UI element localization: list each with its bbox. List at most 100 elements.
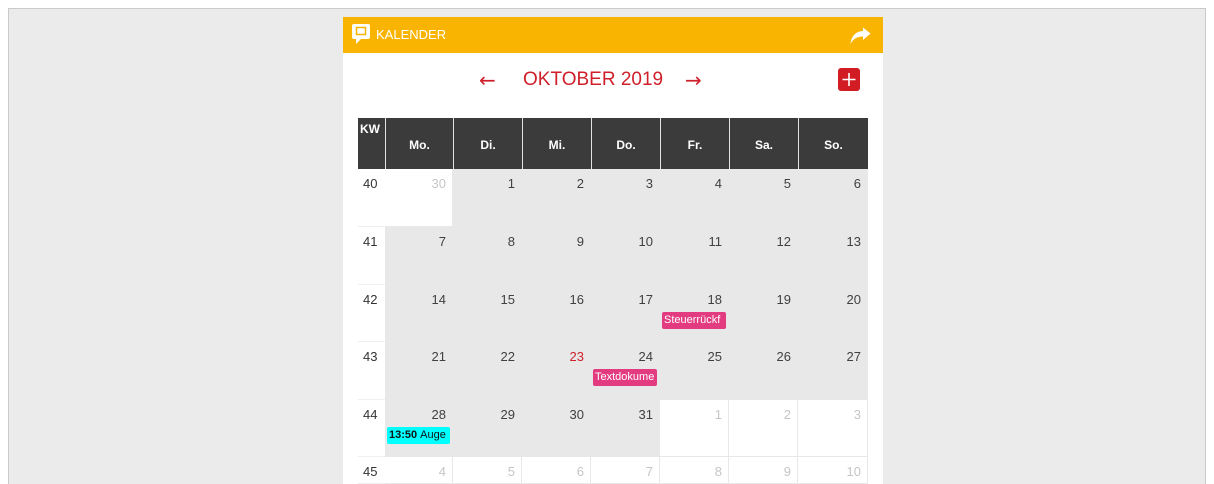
day-header-monday: Mo. — [385, 118, 453, 169]
day-number: 16 — [569, 292, 584, 307]
day-number: 7 — [645, 464, 653, 479]
day-cell[interactable]: 21 — [385, 342, 453, 400]
day-cell[interactable]: 25 — [660, 342, 729, 400]
day-number: 19 — [776, 292, 791, 307]
today-cell[interactable]: 23 — [522, 342, 591, 400]
day-number: 2 — [576, 176, 584, 191]
event-title: Textdokume — [595, 371, 655, 383]
month-title: OKTOBER 2019 — [523, 69, 664, 90]
day-cell[interactable]: 22 — [453, 342, 522, 400]
day-cell[interactable]: 8 — [660, 457, 729, 484]
week-number: 45 — [363, 464, 378, 479]
day-cell[interactable]: 9 — [729, 457, 798, 484]
day-number: 24 — [638, 349, 653, 364]
week-number-cell: 44 — [358, 400, 385, 457]
day-number: 28 — [431, 407, 446, 422]
event-title: Auge — [420, 429, 446, 441]
day-cell[interactable]: 5 — [453, 457, 522, 484]
day-number: 17 — [638, 292, 653, 307]
day-cell[interactable]: 30 — [385, 169, 453, 227]
day-number: 20 — [846, 292, 861, 307]
day-cell[interactable]: 6 — [522, 457, 591, 484]
day-cell[interactable]: 28 13:50 Auge — [385, 400, 453, 457]
day-number: 25 — [707, 349, 722, 364]
week-number-cell: 45 — [358, 457, 385, 484]
week-number: 40 — [363, 176, 378, 191]
day-cell[interactable]: 2 — [729, 400, 798, 457]
previous-month-button[interactable]: ← — [479, 68, 496, 92]
day-number: 9 — [576, 234, 584, 249]
widget-title: KALENDER — [376, 27, 447, 42]
day-cell[interactable]: 3 — [591, 169, 660, 227]
day-cell[interactable]: 13 — [798, 227, 868, 285]
week-number-cell: 42 — [358, 285, 385, 342]
day-header-saturday: Sa. — [729, 118, 798, 169]
day-number: 26 — [776, 349, 791, 364]
next-month-button[interactable]: → — [685, 68, 702, 92]
day-number: 18 — [707, 292, 722, 307]
day-cell[interactable]: 10 — [591, 227, 660, 285]
day-number: 5 — [783, 176, 791, 191]
day-number: 4 — [438, 464, 446, 479]
day-number: 1 — [507, 176, 515, 191]
week-number: 41 — [363, 234, 378, 249]
day-header-sunday: So. — [798, 118, 868, 169]
day-cell[interactable]: 16 — [522, 285, 591, 342]
day-cell[interactable]: 1 — [453, 169, 522, 227]
day-cell[interactable]: 8 — [453, 227, 522, 285]
day-cell[interactable]: 24 Textdokume — [591, 342, 660, 400]
share-icon[interactable] — [850, 27, 871, 45]
day-cell[interactable]: 6 — [798, 169, 868, 227]
event-chip[interactable]: 13:50 Auge — [387, 427, 450, 444]
week-number: 44 — [363, 407, 378, 422]
day-cell[interactable]: 27 — [798, 342, 868, 400]
day-cell[interactable]: 7 — [591, 457, 660, 484]
day-number: 1 — [714, 407, 722, 422]
day-cell[interactable]: 31 — [591, 400, 660, 457]
widget-header-bar: KALENDER — [343, 17, 883, 53]
day-number: 11 — [708, 234, 723, 249]
day-cell[interactable]: 20 — [798, 285, 868, 342]
day-number: 29 — [500, 407, 515, 422]
day-number: 7 — [438, 234, 446, 249]
week-number-cell: 41 — [358, 227, 385, 285]
calendar-widget: KALENDER ← OKTOBER 2019 → KW Mo. Di. Mi.… — [343, 17, 883, 484]
day-number: 22 — [500, 349, 515, 364]
day-header-thursday: Do. — [591, 118, 660, 169]
add-event-button[interactable] — [838, 68, 860, 91]
day-number: 8 — [507, 234, 515, 249]
day-cell[interactable]: 18 Steuerrückf — [660, 285, 729, 342]
day-cell[interactable]: 19 — [729, 285, 798, 342]
day-cell[interactable]: 1 — [660, 400, 729, 457]
day-cell[interactable]: 7 — [385, 227, 453, 285]
day-cell[interactable]: 12 — [729, 227, 798, 285]
day-number: 3 — [853, 407, 861, 422]
day-number: 2 — [783, 407, 791, 422]
plus-icon — [838, 68, 860, 91]
week-number: 43 — [363, 349, 378, 364]
day-number: 31 — [638, 407, 653, 422]
day-cell[interactable]: 30 — [522, 400, 591, 457]
day-cell[interactable]: 26 — [729, 342, 798, 400]
day-cell[interactable]: 3 — [798, 400, 868, 457]
day-cell[interactable]: 17 — [591, 285, 660, 342]
day-cell[interactable]: 2 — [522, 169, 591, 227]
event-chip[interactable]: Steuerrückf — [662, 312, 726, 329]
day-number: 10 — [846, 464, 861, 479]
day-cell[interactable]: 4 — [385, 457, 453, 484]
day-cell[interactable]: 5 — [729, 169, 798, 227]
day-cell[interactable]: 11 — [660, 227, 729, 285]
day-cell[interactable]: 14 — [385, 285, 453, 342]
week-number-cell: 40 — [358, 169, 385, 227]
day-number: 30 — [569, 407, 584, 422]
event-chip[interactable]: Textdokume — [593, 369, 657, 386]
day-number: 15 — [500, 292, 515, 307]
day-number: 13 — [846, 234, 861, 249]
day-cell[interactable]: 29 — [453, 400, 522, 457]
day-cell[interactable]: 4 — [660, 169, 729, 227]
day-cell[interactable]: 15 — [453, 285, 522, 342]
event-time: 13:50 — [389, 429, 418, 441]
day-cell[interactable]: 10 — [798, 457, 868, 484]
day-cell[interactable]: 9 — [522, 227, 591, 285]
day-header-wednesday: Mi. — [522, 118, 591, 169]
